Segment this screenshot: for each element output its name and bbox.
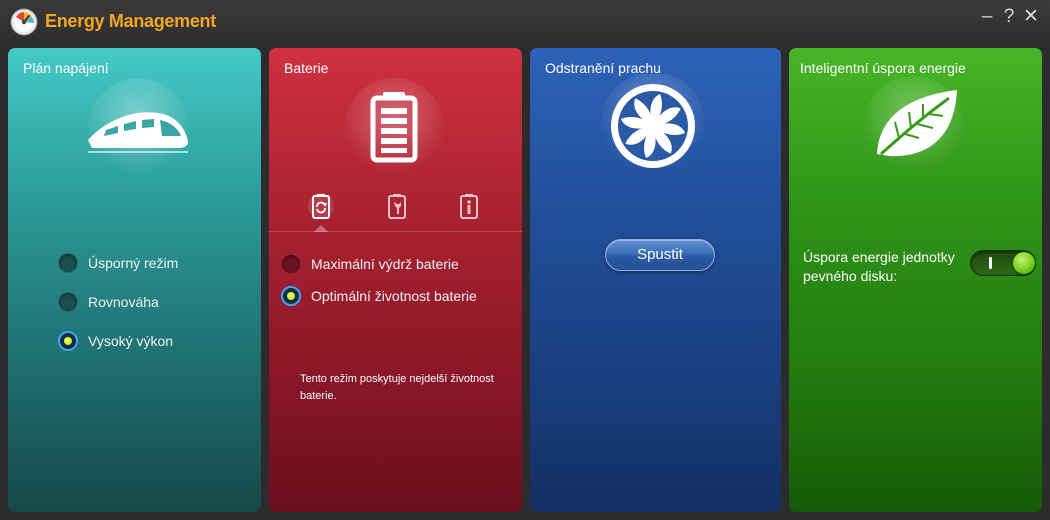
smart-saving-panel: Inteligentní úspora energie Úspora energ… — [789, 48, 1042, 512]
radio-high-performance[interactable]: Vysoký výkon — [58, 329, 173, 353]
tab-divider — [269, 231, 522, 232]
app-title: Energy Management — [45, 11, 216, 31]
hdd-saving-label: Úspora energie jednotky pevného disku: — [803, 249, 955, 284]
fan-icon — [601, 74, 705, 176]
radio-label: Maximální výdrž baterie — [311, 256, 459, 272]
radio-label: Vysoký výkon — [88, 333, 174, 349]
radio-optimal-battery-life[interactable]: Optimální životnost baterie — [281, 284, 477, 308]
train-icon — [88, 78, 188, 178]
radio-indicator-selected[interactable] — [281, 286, 301, 306]
toggle-knob[interactable] — [1013, 252, 1035, 274]
radio-label: Úsporný režim — [88, 255, 179, 271]
radio-indicator-selected[interactable] — [58, 331, 78, 351]
app-logo-icon — [10, 8, 38, 36]
radio-label: Rovnováha — [88, 294, 159, 310]
close-button[interactable]: ✕ — [1020, 6, 1042, 28]
hdd-saving-toggle[interactable] — [970, 250, 1036, 276]
dust-removal-panel: Odstranění prachu Spustit — [530, 48, 781, 512]
battery-info-icon[interactable] — [455, 191, 483, 221]
toggle-on-mark — [989, 257, 992, 269]
battery-refresh-icon[interactable] — [307, 191, 335, 221]
radio-balanced[interactable]: Rovnováha — [58, 290, 159, 314]
title-bar: Energy Management – ? ✕ — [0, 0, 1050, 44]
radio-indicator[interactable] — [58, 253, 78, 273]
minimize-button[interactable]: – — [976, 6, 998, 28]
battery-icon — [344, 78, 444, 178]
battery-mode-description: Tento režim poskytuje nejdelší životnost… — [300, 373, 494, 402]
radio-power-saver[interactable]: Úsporný režim — [58, 251, 178, 275]
help-button[interactable]: ? — [998, 6, 1020, 28]
power-plan-panel: Plán napájení Úsporný režim Rovnováha Vy… — [8, 48, 261, 512]
radio-label: Optimální životnost baterie — [311, 288, 477, 304]
battery-wrench-icon[interactable] — [383, 191, 411, 221]
leaf-icon — [864, 76, 964, 176]
power-plan-title: Plán napájení — [23, 60, 109, 76]
start-dust-removal-button[interactable]: Spustit — [605, 239, 715, 271]
battery-panel: Baterie Maximální výdrž baterie Optimáln… — [269, 48, 522, 512]
smart-saving-title: Inteligentní úspora energie — [800, 60, 966, 76]
radio-indicator[interactable] — [281, 254, 301, 274]
radio-indicator[interactable] — [58, 292, 78, 312]
radio-max-battery-runtime[interactable]: Maximální výdrž baterie — [281, 252, 459, 276]
battery-title: Baterie — [284, 60, 329, 76]
